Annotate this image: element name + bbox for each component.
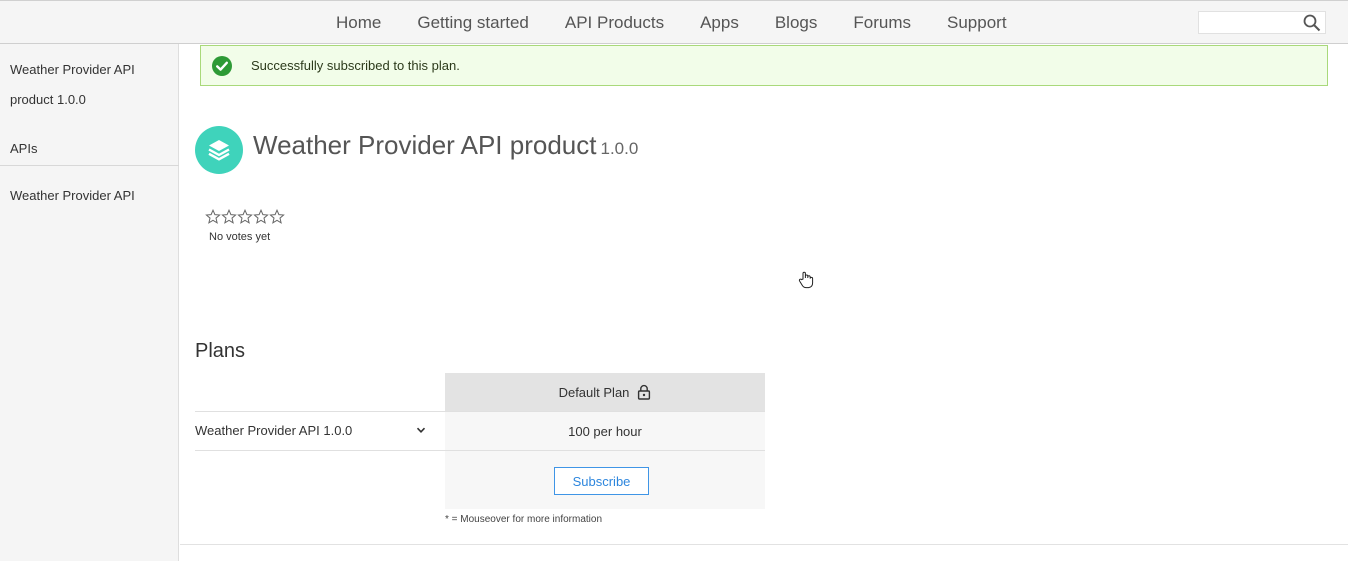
plans-heading: Plans xyxy=(195,340,246,362)
layers-icon xyxy=(208,140,230,161)
search-input[interactable] xyxy=(1203,13,1303,34)
star-icon[interactable] xyxy=(205,209,221,225)
lock-icon xyxy=(638,384,651,400)
subscribe-cell: Subscribe xyxy=(445,451,765,509)
nav-support[interactable]: Support xyxy=(929,13,1025,33)
star-icon[interactable] xyxy=(269,209,285,225)
product-title: Weather Provider API product 1.0.0 xyxy=(253,130,638,161)
main-nav: Home Getting started API Products Apps B… xyxy=(318,1,1025,44)
footnote: * = Mouseover for more information xyxy=(445,514,603,525)
rate-limit: 100 per hour xyxy=(568,423,642,439)
check-circle-icon xyxy=(212,56,232,76)
sidebar-divider xyxy=(0,165,179,166)
subscribe-button[interactable]: Subscribe xyxy=(554,467,649,495)
nav-home[interactable]: Home xyxy=(318,13,399,33)
nav-getting-started[interactable]: Getting started xyxy=(399,13,547,33)
nav-apps[interactable]: Apps xyxy=(682,13,757,33)
plan-row-api-label[interactable]: Weather Provider API 1.0.0 xyxy=(195,423,352,438)
star-icon[interactable] xyxy=(253,209,269,225)
product-name: Weather Provider API product xyxy=(253,130,597,160)
search-icon[interactable] xyxy=(1303,14,1321,32)
nav-blogs[interactable]: Blogs xyxy=(757,13,836,33)
chevron-down-icon[interactable] xyxy=(415,424,427,436)
star-rating xyxy=(205,209,285,225)
nav-forums[interactable]: Forums xyxy=(835,13,929,33)
votes-text: No votes yet xyxy=(209,231,271,243)
product-logo xyxy=(195,126,243,174)
alert-message: Successfully subscribed to this plan. xyxy=(251,58,460,73)
sidebar-apis-heading: APIs xyxy=(10,141,38,156)
top-navigation-bar: Home Getting started API Products Apps B… xyxy=(0,0,1348,44)
search-box xyxy=(1198,11,1326,34)
plan-header: Default Plan xyxy=(445,373,765,411)
nav-api-products[interactable]: API Products xyxy=(547,13,682,33)
sidebar-item-weather-api[interactable]: Weather Provider API xyxy=(10,188,135,203)
plan-name: Default Plan xyxy=(558,384,630,400)
plan-rate-cell: 100 per hour xyxy=(445,412,765,450)
star-icon[interactable] xyxy=(221,209,237,225)
hand-cursor-icon xyxy=(798,271,814,289)
product-version: 1.0.0 xyxy=(600,139,639,158)
success-alert: Successfully subscribed to this plan. xyxy=(200,45,1328,86)
sidebar: Weather Provider API product 1.0.0 APIs … xyxy=(0,44,179,561)
sidebar-item-product[interactable]: Weather Provider API product 1.0.0 xyxy=(10,55,170,115)
footer-divider xyxy=(180,544,1348,545)
star-icon[interactable] xyxy=(237,209,253,225)
